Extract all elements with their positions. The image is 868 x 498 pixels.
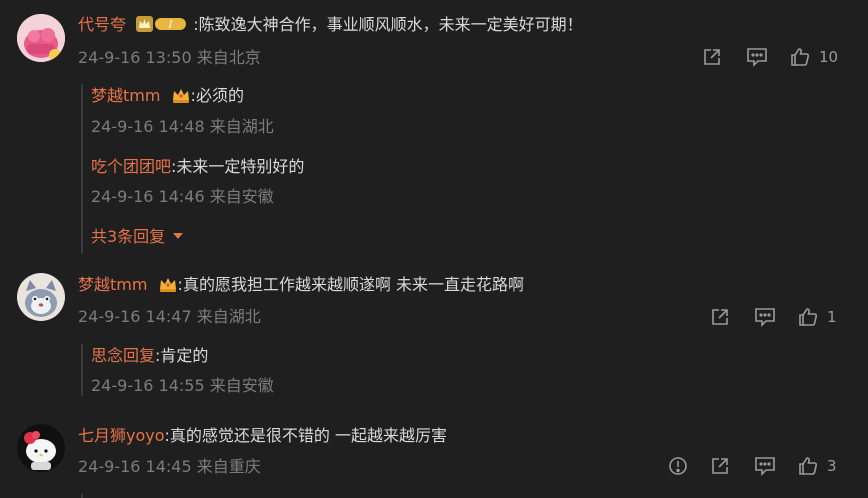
reply-time: 24-9-16 14:55 bbox=[91, 376, 205, 395]
reply-location: 来自湖北 bbox=[209, 117, 274, 136]
reply-meta: 24-9-16 14:46 来自安徽 bbox=[91, 186, 274, 208]
like-button[interactable]: 1 bbox=[798, 307, 837, 327]
comment-text: 真的感觉还是很不错的 一起越来越厉害 bbox=[169, 426, 448, 445]
avatar[interactable] bbox=[17, 14, 65, 62]
reply-time: 24-9-16 14:48 bbox=[91, 117, 205, 136]
comment-text: 真的愿我担工作越来越顺遂啊 未来一直走花路啊 bbox=[182, 275, 525, 294]
crown-icon bbox=[171, 86, 191, 110]
comment-time: 24-9-16 14:45 bbox=[78, 457, 192, 476]
comment-list: 代号夸 I :陈致逸大神合作，事业顺风顺水，未来一定美好可期！ 24-9-16 … bbox=[0, 0, 868, 498]
reply-icon[interactable] bbox=[754, 456, 776, 476]
comment-time: 24-9-16 14:47 bbox=[78, 307, 192, 326]
share-icon[interactable] bbox=[710, 307, 730, 327]
comment-content: 七月狮yoyo:真的感觉还是很不错的 一起越来越厉害 bbox=[78, 425, 447, 447]
comment-content: 梦越tmm :真的愿我担工作越来越顺遂啊 未来一直走花路啊 bbox=[78, 274, 524, 299]
reply-username[interactable]: 思念回复 bbox=[91, 346, 155, 365]
comment-content: 代号夸 I :陈致逸大神合作，事业顺风顺水，未来一定美好可期！ bbox=[78, 14, 583, 39]
reply-content: 思念回复:肯定的 bbox=[91, 345, 208, 367]
reply-icon[interactable] bbox=[746, 47, 768, 67]
report-icon[interactable] bbox=[668, 456, 688, 476]
reply-username[interactable]: 吃个团团吧 bbox=[91, 157, 171, 176]
share-icon[interactable] bbox=[710, 456, 730, 476]
comment-actions: 10 bbox=[702, 45, 838, 69]
comment-item: 代号夸 I :陈致逸大神合作，事业顺风顺水，未来一定美好可期！ 24-9-16 … bbox=[0, 0, 868, 262]
comment-time: 24-9-16 13:50 bbox=[78, 48, 192, 67]
comment-meta: 24-9-16 14:45 来自重庆 bbox=[78, 456, 261, 478]
avatar[interactable] bbox=[17, 424, 65, 472]
reply-meta: 24-9-16 14:55 来自安徽 bbox=[91, 375, 274, 397]
comment-location: 来自湖北 bbox=[196, 307, 261, 326]
reply-text: 未来一定特别好的 bbox=[176, 157, 305, 176]
caret-down-icon bbox=[173, 233, 184, 239]
thumbs-up-icon bbox=[799, 308, 818, 326]
more-replies-link[interactable]: 共3条回复 bbox=[91, 226, 184, 248]
comment-meta: 24-9-16 14:47 来自湖北 bbox=[78, 306, 261, 328]
reply-content: 梦越tmm :必须的 bbox=[91, 85, 244, 110]
like-count: 10 bbox=[819, 48, 839, 66]
reply-location: 来自安徽 bbox=[209, 376, 274, 395]
reply-list-edge bbox=[81, 494, 83, 498]
vip-badge-icon: I bbox=[136, 15, 188, 39]
username[interactable]: 代号夸 bbox=[78, 15, 126, 34]
share-icon[interactable] bbox=[702, 47, 722, 67]
like-button[interactable]: 3 bbox=[798, 456, 837, 476]
crown-icon bbox=[158, 275, 178, 299]
comment-location: 来自重庆 bbox=[196, 457, 261, 476]
comment-item: 梦越tmm :真的愿我担工作越来越顺遂啊 未来一直走花路啊 24-9-16 14… bbox=[0, 262, 868, 402]
reply-text: 必须的 bbox=[195, 86, 244, 105]
username[interactable]: 梦越tmm bbox=[78, 275, 147, 294]
reply-location: 来自安徽 bbox=[209, 187, 274, 206]
reply-icon[interactable] bbox=[754, 307, 776, 327]
reply-text: 肯定的 bbox=[160, 346, 209, 365]
comment-meta: 24-9-16 13:50 来自北京 bbox=[78, 47, 261, 69]
like-count: 3 bbox=[827, 457, 837, 475]
like-button[interactable]: 10 bbox=[790, 47, 838, 67]
reply-username[interactable]: 梦越tmm bbox=[91, 86, 160, 105]
reply-meta: 24-9-16 14:48 来自湖北 bbox=[91, 116, 274, 138]
comment-location: 来自北京 bbox=[196, 48, 261, 67]
username[interactable]: 七月狮yoyo bbox=[78, 426, 165, 445]
comment-text: 陈致逸大神合作，事业顺风顺水，未来一定美好可期！ bbox=[198, 15, 583, 34]
comment-item: 七月狮yoyo:真的感觉还是很不错的 一起越来越厉害 24-9-16 14:45… bbox=[0, 412, 868, 498]
like-count: 1 bbox=[827, 308, 837, 326]
comment-actions: 3 bbox=[668, 454, 837, 478]
thumbs-up-icon bbox=[791, 48, 810, 66]
thumbs-up-icon bbox=[799, 457, 818, 475]
reply-time: 24-9-16 14:46 bbox=[91, 187, 205, 206]
comment-actions: 1 bbox=[710, 305, 837, 329]
avatar[interactable] bbox=[17, 273, 65, 321]
reply-content: 吃个团团吧:未来一定特别好的 bbox=[91, 156, 304, 178]
more-replies-label: 共3条回复 bbox=[91, 227, 166, 246]
